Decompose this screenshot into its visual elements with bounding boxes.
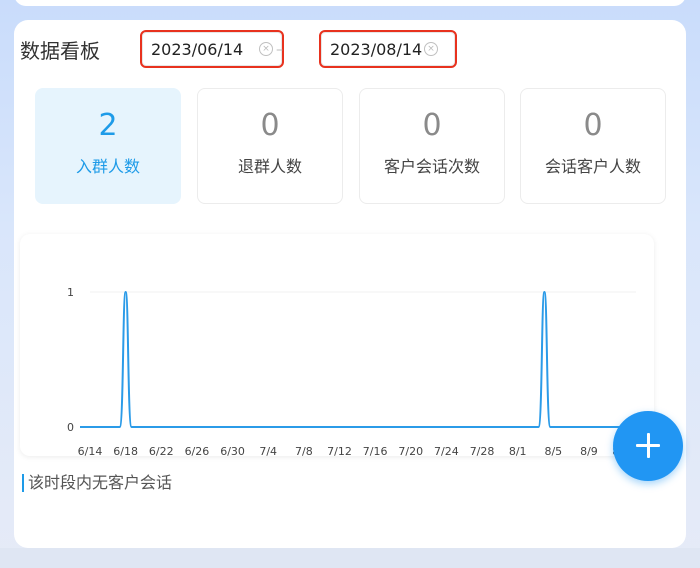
stat-label: 入群人数 bbox=[75, 157, 140, 176]
x-tick-label: 6/18 bbox=[113, 445, 138, 456]
stat-card-sessions[interactable]: 0 客户会话次数 bbox=[359, 88, 505, 204]
y-tick-label: 0 bbox=[67, 421, 74, 434]
x-tick-label: 7/4 bbox=[259, 445, 277, 456]
x-tick-label: 7/24 bbox=[434, 445, 459, 456]
previous-card bbox=[14, 0, 686, 6]
x-tick-label: 8/1 bbox=[509, 445, 527, 456]
y-tick-label: 1 bbox=[67, 286, 74, 299]
series-line bbox=[80, 290, 636, 428]
x-tick-label: 7/16 bbox=[363, 445, 388, 456]
x-tick-label: 7/12 bbox=[327, 445, 352, 456]
trend-chart: 0 1 6/14 6/18 6/22 6/26 6/30 7/4 7/8 7/12 7/16 7/20… bbox=[20, 234, 654, 456]
end-date-picker[interactable]: 2023/08/14 × bbox=[319, 30, 457, 68]
stat-label: 客户会话次数 bbox=[383, 157, 480, 176]
stat-label: 会话客户人数 bbox=[544, 157, 641, 176]
stat-label: 退群人数 bbox=[237, 157, 302, 176]
x-tick-label: 7/20 bbox=[398, 445, 423, 456]
x-tick-label: 6/26 bbox=[185, 445, 210, 456]
start-date-value: 2023/06/14 bbox=[151, 39, 244, 59]
x-tick-label: 8/9 bbox=[580, 445, 598, 456]
stat-value: 2 bbox=[98, 108, 118, 143]
start-date-picker[interactable]: 2023/06/14 × bbox=[140, 30, 284, 68]
date-separator: – bbox=[276, 42, 283, 58]
page-title: 数据看板 bbox=[20, 39, 100, 63]
no-session-note: 该时段内无客户会话 bbox=[22, 474, 172, 492]
stat-card-joined[interactable]: 2 入群人数 bbox=[35, 88, 181, 204]
stat-card-session-customers[interactable]: 0 会话客户人数 bbox=[520, 88, 666, 204]
x-tick-label: 7/28 bbox=[470, 445, 495, 456]
trend-chart-svg: 0 1 6/14 6/18 6/22 6/26 6/30 7/4 7/8 7/12 7/16 7/20… bbox=[67, 286, 637, 456]
bottom-background bbox=[0, 548, 700, 568]
stat-value: 0 bbox=[260, 108, 280, 143]
x-tick-label: 6/30 bbox=[220, 445, 245, 456]
stat-value: 0 bbox=[583, 108, 603, 143]
x-tick-label: 7/8 bbox=[295, 445, 313, 456]
x-tick-label: 8/5 bbox=[544, 445, 562, 456]
x-tick-label: 6/22 bbox=[149, 445, 174, 456]
end-date-value: 2023/08/14 bbox=[330, 39, 423, 59]
stat-card-left[interactable]: 0 退群人数 bbox=[197, 88, 343, 204]
stat-value: 0 bbox=[422, 108, 442, 143]
x-tick-label: 6/14 bbox=[78, 445, 103, 456]
clear-end-date-icon[interactable]: × bbox=[424, 42, 438, 56]
add-button[interactable] bbox=[613, 411, 683, 481]
clear-start-date-icon[interactable]: × bbox=[259, 42, 273, 56]
